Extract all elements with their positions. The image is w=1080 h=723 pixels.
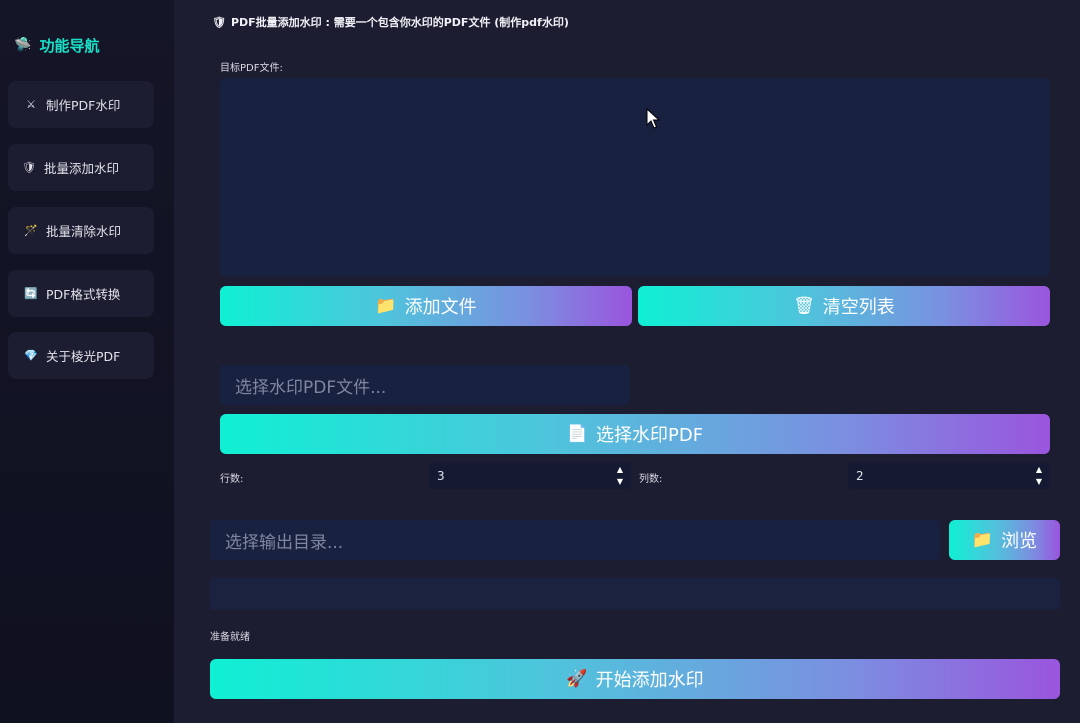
cols-value: 2 <box>856 468 864 483</box>
rows-label: 行数: <box>220 474 244 485</box>
refresh-icon: 🔄 <box>24 287 38 300</box>
rows-value: 3 <box>437 468 445 483</box>
sidebar: 🛸 功能导航 ⚔ 制作PDF水印 🛡 批量添加水印 🪄 批量清除水印 🔄 PDF… <box>0 0 174 723</box>
cols-stepper[interactable]: ▲ ▼ <box>1032 464 1046 487</box>
sidebar-item-batch-clear[interactable]: 🪄 批量清除水印 <box>8 207 154 254</box>
watermark-file-placeholder: 选择水印PDF文件... <box>235 377 387 398</box>
chevron-down-icon[interactable]: ▼ <box>617 476 623 487</box>
browse-label: 浏览 <box>1001 531 1038 552</box>
folder-icon: 📁 <box>971 530 994 550</box>
magic-wand-icon: 🪄 <box>24 224 38 237</box>
rows-spinbox[interactable]: 3 ▲ ▼ <box>429 462 631 489</box>
sidebar-item-batch-add[interactable]: 🛡 批量添加水印 <box>8 144 154 191</box>
watermark-file-input[interactable]: 选择水印PDF文件... <box>220 365 630 405</box>
target-files-label: 目标PDF文件: <box>220 63 283 74</box>
rocket-icon: 🚀 <box>566 669 588 689</box>
clear-list-label: 清空列表 <box>822 297 895 318</box>
nav-title-label: 功能导航 <box>39 36 100 55</box>
sidebar-item-make-watermark[interactable]: ⚔ 制作PDF水印 <box>8 81 154 128</box>
add-files-button[interactable]: 📁 添加文件 <box>220 286 632 326</box>
shield-icon: 🛡 <box>212 15 226 29</box>
select-watermark-label: 选择水印PDF <box>596 425 704 446</box>
progress-bar <box>210 578 1060 610</box>
ufo-icon: 🛸 <box>14 37 32 53</box>
sidebar-item-label: 批量清除水印 <box>46 224 122 239</box>
start-button[interactable]: 🚀 开始添加水印 <box>210 659 1060 699</box>
chevron-up-icon[interactable]: ▲ <box>617 464 623 475</box>
nav-title: 🛸 功能导航 <box>14 34 99 56</box>
output-dir-input[interactable]: 选择输出目录... <box>210 520 940 560</box>
main-panel: 🛡 PDF批量添加水印 : 需要一个包含你水印的PDF文件 (制作pdf水印) … <box>174 0 1080 723</box>
status-text: 准备就绪 <box>210 632 250 643</box>
shield-icon: 🛡 <box>22 161 36 174</box>
start-label: 开始添加水印 <box>595 670 704 691</box>
chevron-up-icon[interactable]: ▲ <box>1036 464 1042 475</box>
mouse-cursor-icon <box>646 108 660 129</box>
file-list[interactable] <box>220 78 1050 276</box>
chevron-down-icon[interactable]: ▼ <box>1036 476 1042 487</box>
page-header: 🛡 PDF批量添加水印 : 需要一个包含你水印的PDF文件 (制作pdf水印) <box>212 14 569 30</box>
cols-label: 列数: <box>639 474 663 485</box>
cols-spinbox[interactable]: 2 ▲ ▼ <box>848 462 1050 489</box>
output-dir-placeholder: 选择输出目录... <box>225 532 344 553</box>
folder-icon: 📁 <box>375 296 397 316</box>
sidebar-item-convert[interactable]: 🔄 PDF格式转换 <box>8 270 154 317</box>
trash-icon: 🗑 <box>793 296 815 316</box>
sidebar-item-label: 制作PDF水印 <box>46 98 121 113</box>
sidebar-item-label: 批量添加水印 <box>44 161 120 176</box>
document-icon: 📄 <box>566 424 589 444</box>
add-files-label: 添加文件 <box>404 297 477 318</box>
page-title: PDF批量添加水印 : 需要一个包含你水印的PDF文件 (制作pdf水印) <box>230 16 569 29</box>
sidebar-item-label: PDF格式转换 <box>46 287 121 302</box>
rows-stepper[interactable]: ▲ ▼ <box>613 464 627 487</box>
browse-button[interactable]: 📁 浏览 <box>949 520 1060 560</box>
gem-icon: 💎 <box>24 349 38 362</box>
sidebar-item-label: 关于棱光PDF <box>46 349 121 364</box>
clear-list-button[interactable]: 🗑 清空列表 <box>638 286 1050 326</box>
crossed-swords-icon: ⚔ <box>26 98 36 111</box>
sidebar-item-about[interactable]: 💎 关于棱光PDF <box>8 332 154 379</box>
select-watermark-button[interactable]: 📄 选择水印PDF <box>220 414 1050 454</box>
